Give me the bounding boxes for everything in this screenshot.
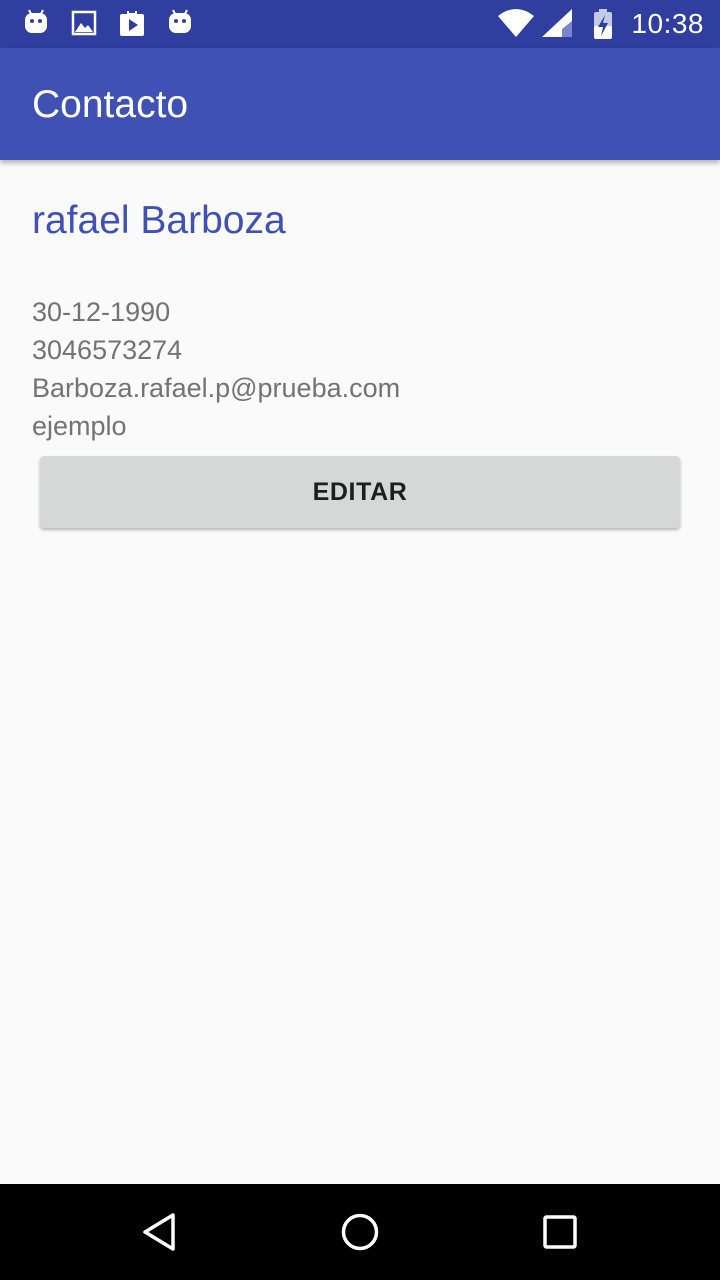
status-time: 10:38 [631, 8, 704, 39]
contact-name: rafael Barboza [32, 199, 286, 242]
recents-icon[interactable] [536, 1208, 584, 1256]
contact-birth-date: 30-12-1990 [32, 297, 171, 327]
battery-charging-icon [590, 8, 616, 39]
cellular-signal-icon [540, 8, 574, 38]
contact-email: Barboza.rafael.p@prueba.com [32, 373, 401, 403]
android-icon [166, 8, 194, 38]
contact-details: rafael Barboza 30-12-1990 3046573274 Bar… [0, 160, 720, 1184]
status-bar: 10:38 [0, 0, 720, 48]
app-title: Contacto [32, 83, 189, 126]
app-bar: Contacto [0, 48, 720, 160]
play-store-icon [118, 8, 146, 38]
image-icon [70, 8, 98, 38]
android-icon [22, 8, 50, 38]
contact-phone: 3046573274 [32, 335, 183, 365]
navigation-bar [0, 1184, 720, 1280]
back-icon[interactable] [136, 1208, 184, 1256]
edit-button[interactable]: EDITAR [40, 456, 680, 528]
wifi-icon [496, 8, 536, 38]
home-icon[interactable] [336, 1208, 384, 1256]
contact-description: ejemplo [32, 411, 127, 441]
